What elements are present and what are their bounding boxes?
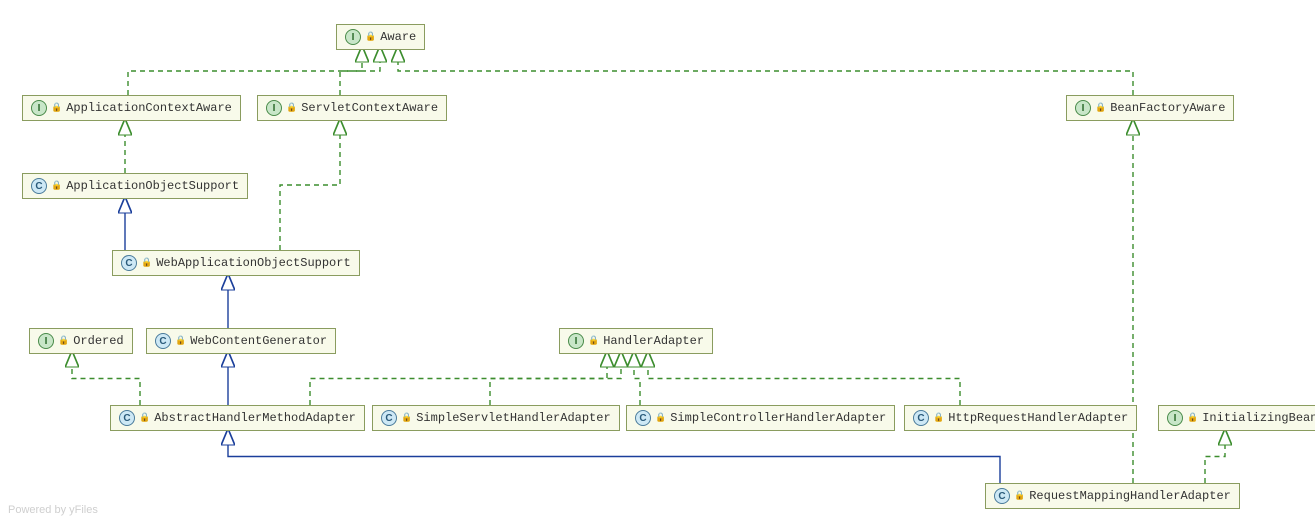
interface-icon: I bbox=[38, 333, 54, 349]
interface-icon: I bbox=[266, 100, 282, 116]
lock-icon: 🔒 bbox=[51, 103, 62, 113]
class-icon: C bbox=[994, 488, 1010, 504]
edge-requestMappingHandlerAdapter-to-initializingBean bbox=[1205, 430, 1225, 483]
class-icon: C bbox=[635, 410, 651, 426]
class-icon: C bbox=[31, 178, 47, 194]
node-label: SimpleControllerHandlerAdapter bbox=[670, 411, 886, 425]
uml-node-applicationContextAware[interactable]: I 🔒 ApplicationContextAware bbox=[22, 95, 241, 121]
edge-requestMappingHandlerAdapter-to-abstractHandlerMethodAdapter bbox=[228, 430, 1000, 483]
node-label: AbstractHandlerMethodAdapter bbox=[154, 411, 356, 425]
footer-credit: Powered by yFiles bbox=[8, 504, 98, 516]
edge-httpRequestHandlerAdapter-to-handlerAdapter bbox=[648, 352, 960, 405]
lock-icon: 🔒 bbox=[1095, 103, 1106, 113]
lock-icon: 🔒 bbox=[401, 413, 412, 423]
node-label: InitializingBean bbox=[1202, 411, 1315, 425]
edge-servletContextAware-to-aware bbox=[340, 47, 380, 95]
edge-abstractHandlerMethodAdapter-to-handlerAdapter bbox=[310, 352, 607, 405]
class-icon: C bbox=[913, 410, 929, 426]
class-icon: C bbox=[381, 410, 397, 426]
interface-icon: I bbox=[1075, 100, 1091, 116]
edge-simpleServletHandlerAdapter-to-handlerAdapter bbox=[490, 352, 621, 405]
uml-node-simpleControllerHandlerAdapter[interactable]: C 🔒 SimpleControllerHandlerAdapter bbox=[626, 405, 895, 431]
node-label: RequestMappingHandlerAdapter bbox=[1029, 489, 1231, 503]
node-label: ApplicationContextAware bbox=[66, 101, 232, 115]
node-label: HandlerAdapter bbox=[603, 334, 704, 348]
interface-icon: I bbox=[568, 333, 584, 349]
node-label: ServletContextAware bbox=[301, 101, 438, 115]
edge-applicationContextAware-to-aware bbox=[128, 47, 362, 95]
lock-icon: 🔒 bbox=[58, 336, 69, 346]
uml-node-ordered[interactable]: I 🔒 Ordered bbox=[29, 328, 133, 354]
lock-icon: 🔒 bbox=[365, 32, 376, 42]
lock-icon: 🔒 bbox=[655, 413, 666, 423]
lock-icon: 🔒 bbox=[1187, 413, 1198, 423]
uml-node-aware[interactable]: I 🔒 Aware bbox=[336, 24, 425, 50]
class-icon: C bbox=[119, 410, 135, 426]
edge-simpleControllerHandlerAdapter-to-handlerAdapter bbox=[634, 352, 640, 405]
uml-node-servletContextAware[interactable]: I 🔒 ServletContextAware bbox=[257, 95, 447, 121]
node-label: WebApplicationObjectSupport bbox=[156, 256, 350, 270]
uml-node-handlerAdapter[interactable]: I 🔒 HandlerAdapter bbox=[559, 328, 713, 354]
uml-node-httpRequestHandlerAdapter[interactable]: C 🔒 HttpRequestHandlerAdapter bbox=[904, 405, 1137, 431]
node-label: Aware bbox=[380, 30, 416, 44]
class-icon: C bbox=[155, 333, 171, 349]
uml-node-initializingBean[interactable]: I 🔒 InitializingBean bbox=[1158, 405, 1315, 431]
uml-node-webContentGenerator[interactable]: C 🔒 WebContentGenerator bbox=[146, 328, 336, 354]
edge-abstractHandlerMethodAdapter-to-ordered bbox=[72, 352, 140, 405]
uml-node-simpleServletHandlerAdapter[interactable]: C 🔒 SimpleServletHandlerAdapter bbox=[372, 405, 620, 431]
class-icon: C bbox=[121, 255, 137, 271]
uml-node-beanFactoryAware[interactable]: I 🔒 BeanFactoryAware bbox=[1066, 95, 1234, 121]
lock-icon: 🔒 bbox=[51, 181, 62, 191]
uml-node-abstractHandlerMethodAdapter[interactable]: C 🔒 AbstractHandlerMethodAdapter bbox=[110, 405, 365, 431]
node-label: WebContentGenerator bbox=[190, 334, 327, 348]
lock-icon: 🔒 bbox=[933, 413, 944, 423]
node-label: HttpRequestHandlerAdapter bbox=[948, 411, 1128, 425]
lock-icon: 🔒 bbox=[141, 258, 152, 268]
uml-node-applicationObjectSupport[interactable]: C 🔒 ApplicationObjectSupport bbox=[22, 173, 248, 199]
node-label: Ordered bbox=[73, 334, 123, 348]
interface-icon: I bbox=[31, 100, 47, 116]
uml-node-webApplicationObjectSupport[interactable]: C 🔒 WebApplicationObjectSupport bbox=[112, 250, 360, 276]
edge-webApplicationObjectSupport-to-servletContextAware bbox=[280, 120, 340, 250]
lock-icon: 🔒 bbox=[588, 336, 599, 346]
node-label: ApplicationObjectSupport bbox=[66, 179, 239, 193]
lock-icon: 🔒 bbox=[139, 413, 150, 423]
edge-beanFactoryAware-to-aware bbox=[398, 47, 1133, 95]
node-label: BeanFactoryAware bbox=[1110, 101, 1225, 115]
uml-node-requestMappingHandlerAdapter[interactable]: C 🔒 RequestMappingHandlerAdapter bbox=[985, 483, 1240, 509]
node-label: SimpleServletHandlerAdapter bbox=[416, 411, 610, 425]
lock-icon: 🔒 bbox=[175, 336, 186, 346]
lock-icon: 🔒 bbox=[286, 103, 297, 113]
interface-icon: I bbox=[1167, 410, 1183, 426]
interface-icon: I bbox=[345, 29, 361, 45]
lock-icon: 🔒 bbox=[1014, 491, 1025, 501]
